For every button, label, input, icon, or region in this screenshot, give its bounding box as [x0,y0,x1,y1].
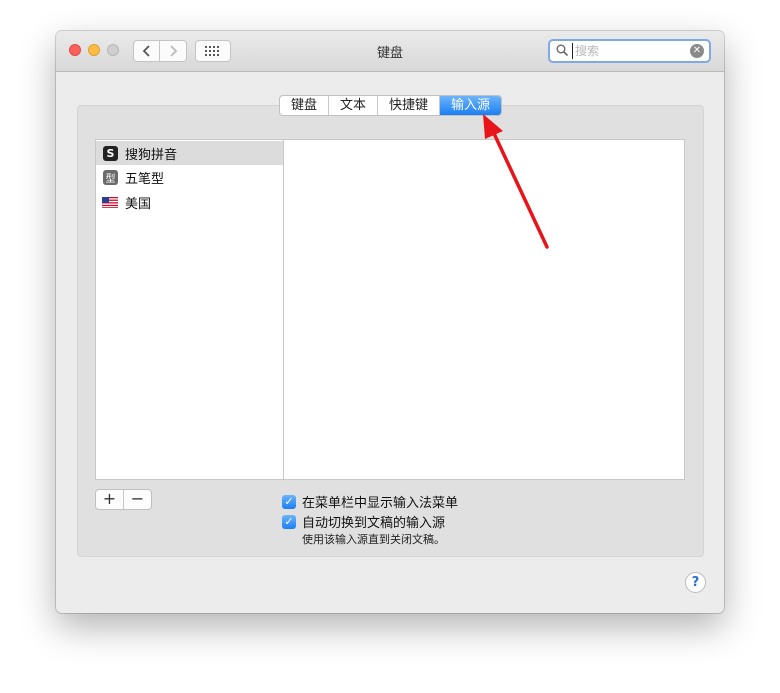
annotation-arrow-icon [483,114,549,249]
